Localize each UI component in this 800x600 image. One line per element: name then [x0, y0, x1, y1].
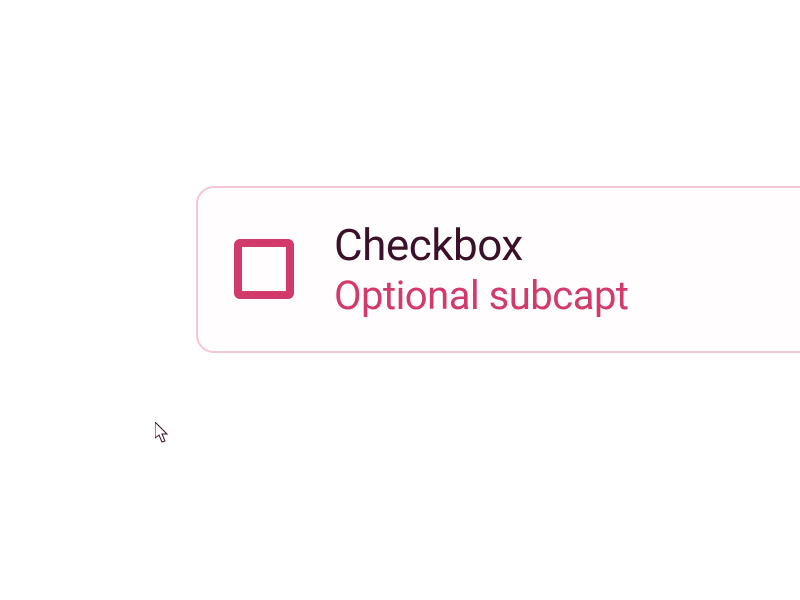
checkbox-input[interactable]: [234, 239, 294, 299]
checkbox-label: Checkbox: [334, 220, 629, 271]
cursor-icon: [155, 422, 171, 444]
checkbox-subcaption: Optional subcapt: [334, 273, 629, 319]
checkbox-text-group: Checkbox Optional subcapt: [334, 220, 629, 319]
checkbox-card[interactable]: Checkbox Optional subcapt: [196, 186, 800, 353]
